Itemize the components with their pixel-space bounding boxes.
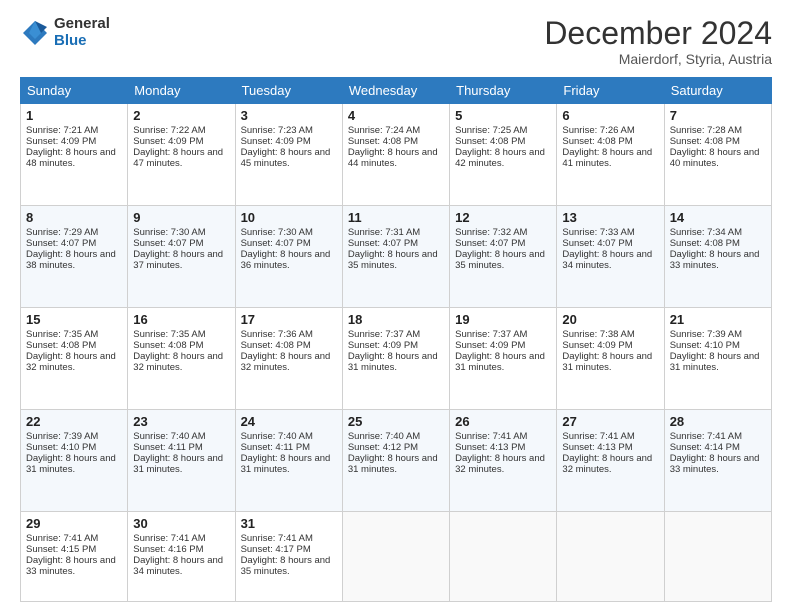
col-sunday: Sunday: [21, 78, 128, 104]
table-row: 8Sunrise: 7:29 AMSunset: 4:07 PMDaylight…: [21, 206, 128, 308]
table-row: 12Sunrise: 7:32 AMSunset: 4:07 PMDayligh…: [450, 206, 557, 308]
table-row: 5Sunrise: 7:25 AMSunset: 4:08 PMDaylight…: [450, 104, 557, 206]
table-row: 11Sunrise: 7:31 AMSunset: 4:07 PMDayligh…: [342, 206, 449, 308]
table-row: [664, 512, 771, 602]
table-row: 25Sunrise: 7:40 AMSunset: 4:12 PMDayligh…: [342, 410, 449, 512]
table-row: 9Sunrise: 7:30 AMSunset: 4:07 PMDaylight…: [128, 206, 235, 308]
table-row: 2Sunrise: 7:22 AMSunset: 4:09 PMDaylight…: [128, 104, 235, 206]
calendar-table: Sunday Monday Tuesday Wednesday Thursday…: [20, 77, 772, 602]
table-row: 17Sunrise: 7:36 AMSunset: 4:08 PMDayligh…: [235, 308, 342, 410]
table-row: 29Sunrise: 7:41 AMSunset: 4:15 PMDayligh…: [21, 512, 128, 602]
table-row: 3Sunrise: 7:23 AMSunset: 4:09 PMDaylight…: [235, 104, 342, 206]
col-thursday: Thursday: [450, 78, 557, 104]
table-row: 31Sunrise: 7:41 AMSunset: 4:17 PMDayligh…: [235, 512, 342, 602]
table-row: 7Sunrise: 7:28 AMSunset: 4:08 PMDaylight…: [664, 104, 771, 206]
table-row: 4Sunrise: 7:24 AMSunset: 4:08 PMDaylight…: [342, 104, 449, 206]
col-saturday: Saturday: [664, 78, 771, 104]
header: General Blue December 2024 Maierdorf, St…: [20, 16, 772, 67]
table-row: 15Sunrise: 7:35 AMSunset: 4:08 PMDayligh…: [21, 308, 128, 410]
logo: General Blue: [20, 16, 110, 49]
logo-text: General Blue: [54, 16, 110, 49]
table-row: 6Sunrise: 7:26 AMSunset: 4:08 PMDaylight…: [557, 104, 664, 206]
table-row: [342, 512, 449, 602]
table-row: 1Sunrise: 7:21 AMSunset: 4:09 PMDaylight…: [21, 104, 128, 206]
month-year: December 2024: [544, 16, 772, 51]
table-row: 13Sunrise: 7:33 AMSunset: 4:07 PMDayligh…: [557, 206, 664, 308]
page: General Blue December 2024 Maierdorf, St…: [0, 0, 792, 612]
title-block: December 2024 Maierdorf, Styria, Austria: [544, 16, 772, 67]
table-row: 28Sunrise: 7:41 AMSunset: 4:14 PMDayligh…: [664, 410, 771, 512]
table-row: 22Sunrise: 7:39 AMSunset: 4:10 PMDayligh…: [21, 410, 128, 512]
logo-icon: [20, 18, 50, 48]
logo-general: General: [54, 16, 110, 33]
col-tuesday: Tuesday: [235, 78, 342, 104]
location: Maierdorf, Styria, Austria: [544, 51, 772, 67]
table-row: 19Sunrise: 7:37 AMSunset: 4:09 PMDayligh…: [450, 308, 557, 410]
table-row: 21Sunrise: 7:39 AMSunset: 4:10 PMDayligh…: [664, 308, 771, 410]
table-row: 10Sunrise: 7:30 AMSunset: 4:07 PMDayligh…: [235, 206, 342, 308]
table-row: 16Sunrise: 7:35 AMSunset: 4:08 PMDayligh…: [128, 308, 235, 410]
table-row: 23Sunrise: 7:40 AMSunset: 4:11 PMDayligh…: [128, 410, 235, 512]
table-row: [557, 512, 664, 602]
header-row: Sunday Monday Tuesday Wednesday Thursday…: [21, 78, 772, 104]
table-row: 27Sunrise: 7:41 AMSunset: 4:13 PMDayligh…: [557, 410, 664, 512]
table-row: 30Sunrise: 7:41 AMSunset: 4:16 PMDayligh…: [128, 512, 235, 602]
table-row: 24Sunrise: 7:40 AMSunset: 4:11 PMDayligh…: [235, 410, 342, 512]
table-row: 20Sunrise: 7:38 AMSunset: 4:09 PMDayligh…: [557, 308, 664, 410]
table-row: 14Sunrise: 7:34 AMSunset: 4:08 PMDayligh…: [664, 206, 771, 308]
col-wednesday: Wednesday: [342, 78, 449, 104]
logo-blue: Blue: [54, 33, 110, 50]
table-row: 26Sunrise: 7:41 AMSunset: 4:13 PMDayligh…: [450, 410, 557, 512]
table-row: 18Sunrise: 7:37 AMSunset: 4:09 PMDayligh…: [342, 308, 449, 410]
table-row: [450, 512, 557, 602]
col-friday: Friday: [557, 78, 664, 104]
col-monday: Monday: [128, 78, 235, 104]
